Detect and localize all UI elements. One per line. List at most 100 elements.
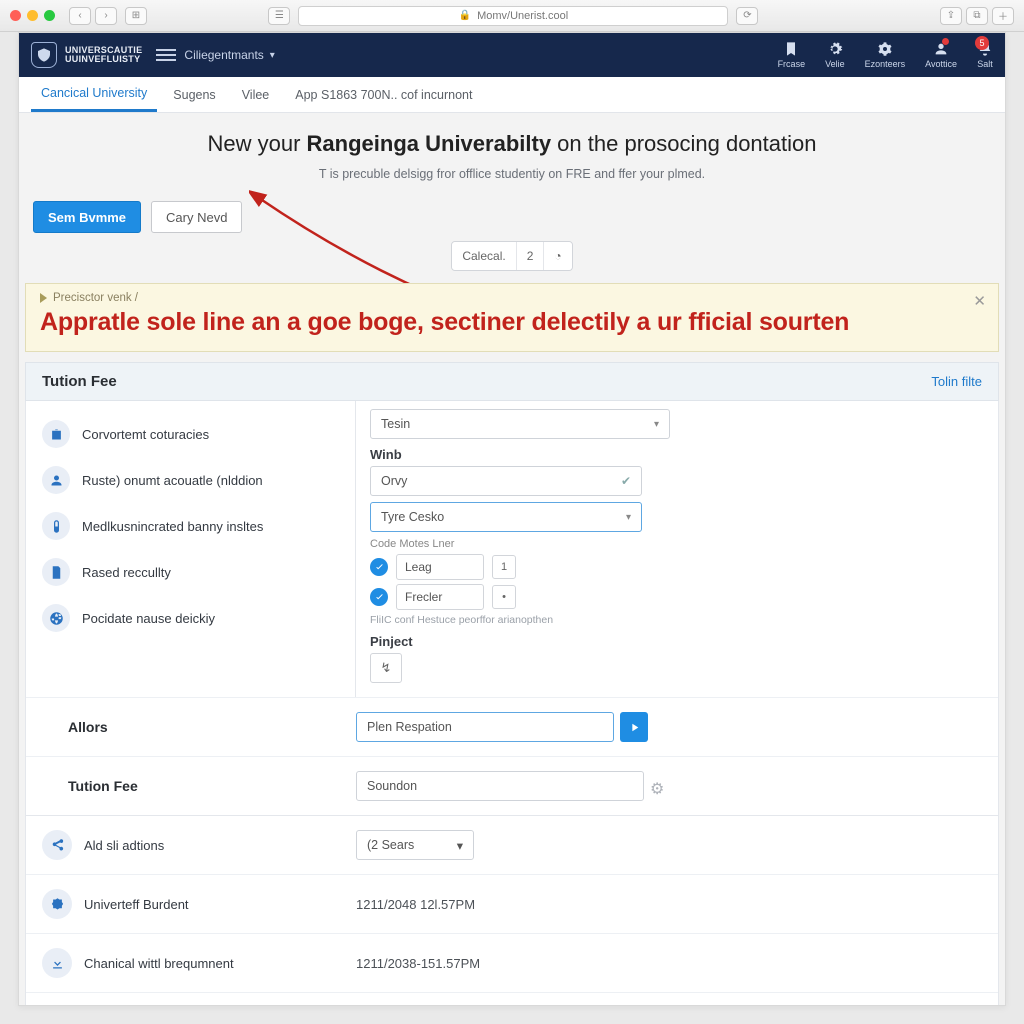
bell-nav-item[interactable]: Salt5 <box>977 41 993 69</box>
person-nav-item[interactable]: Avottice <box>925 41 957 69</box>
tab-sugens[interactable]: Sugens <box>163 77 225 112</box>
nav-back-forward: ‹ › <box>69 7 117 25</box>
reload-icon[interactable]: ⟳ <box>736 7 758 25</box>
reader-icon[interactable]: ☰ <box>268 7 290 25</box>
forward-button[interactable]: › <box>95 7 117 25</box>
hamburger-icon[interactable] <box>156 45 176 65</box>
briefcase-icon <box>42 420 70 448</box>
settings-mini-icon[interactable]: ⚙ <box>650 779 664 793</box>
row-value: 1211/2048 12l.57PM <box>356 897 475 912</box>
share-icon[interactable]: ⇪ <box>940 7 962 25</box>
sidebar-toggle-icon[interactable]: ⊞ <box>125 7 147 25</box>
page-frame: UNIVERSCAUTIE UUINVEFLUISTY Ciliegentman… <box>18 32 1006 1006</box>
hero: New your Rangeinga Univerabilty on the p… <box>19 113 1005 191</box>
panel-header: Tution Fee Tolin filte <box>25 362 999 401</box>
person-icon <box>42 466 70 494</box>
info-row-download: Chanical wittl brequmnent1211/2038-151.5… <box>26 933 998 992</box>
checkbox-leag[interactable] <box>370 558 388 576</box>
calecal-control: Calecal. 2 ◔ <box>19 241 1005 271</box>
info-row-target: Designted D'opertation Instument1211l204… <box>26 992 998 1006</box>
check-icon: ✔ <box>621 474 631 488</box>
settings-nav-item[interactable]: Ezonteers <box>865 41 906 69</box>
sub-nav: Cancical UniversitySugensVileeApp S1863 … <box>19 77 1005 113</box>
form-area: Tesin▾ Winb Orvy ✔ Tyre Cesko▾ Code Mote… <box>356 401 998 697</box>
allors-input[interactable]: Plen Respation <box>356 712 614 742</box>
panel-filter-link[interactable]: Tolin filte <box>931 374 982 389</box>
tuition-input[interactable]: Soundon <box>356 771 644 801</box>
left-item-pill[interactable]: Medlkusnincrated banny insltes <box>32 503 349 549</box>
alert-close-icon[interactable]: ✕ <box>973 292 986 310</box>
frecler-badge: • <box>492 585 516 609</box>
bookmark-nav-item[interactable]: Frcase <box>778 41 806 69</box>
allors-go-button[interactable] <box>620 712 648 742</box>
allors-label: Allors <box>42 719 342 735</box>
code-label: Code Motes Lner <box>370 538 984 550</box>
info-row-badge: Univerteff Burdent1211/2048 12l.57PM <box>26 874 998 933</box>
university-crest-icon <box>31 42 57 68</box>
pill-icon <box>42 512 70 540</box>
bottom-section: Ald sli adtions(2 Sears▾Univerteff Burde… <box>26 815 998 1006</box>
winb-label: Winb <box>370 447 984 462</box>
row-value: 1211/2038-151.57PM <box>356 956 480 971</box>
browser-chrome: ‹ › ⊞ ☰ 🔒 Momv/Unerist.cool ⟳ ⇪ ⧉ ＋ <box>0 0 1024 32</box>
primary-submit-button[interactable]: Sem Bvmme <box>33 201 141 233</box>
alert-headline: Appratle sole line an a goe boge, sectin… <box>40 308 984 337</box>
pinject-box[interactable]: ↯ <box>370 653 402 683</box>
tab-cancical-university[interactable]: Cancical University <box>31 77 157 112</box>
frecler-input[interactable]: Frecler <box>396 584 484 610</box>
left-item-globe[interactable]: Pocidate nause deickiy <box>32 595 349 641</box>
panel-title: Tution Fee <box>42 373 117 390</box>
page-subtitle: T is precuble delsigg fror offlice stude… <box>19 167 1005 181</box>
tab-vilee[interactable]: Vilee <box>232 77 280 112</box>
tab-app-s1863-700n-cof-i[interactable]: App S1863 700N.. cof incurnont <box>285 77 482 112</box>
notification-badge: 5 <box>975 36 989 50</box>
left-item-briefcase[interactable]: Corvortemt coturacies <box>32 411 349 457</box>
calecal-label[interactable]: Calecal. <box>452 242 515 270</box>
action-row: Sem Bvmme Cary Nevd <box>19 191 1005 243</box>
info-row-share: Ald sli adtions(2 Sears▾ <box>26 816 998 874</box>
checkbox-frecler[interactable] <box>370 588 388 606</box>
lock-icon: 🔒 <box>459 10 471 21</box>
left-nav-list: Corvortemt coturaciesRuste) onumt acouat… <box>26 401 356 697</box>
gear-nav-item[interactable]: Velie <box>825 41 845 69</box>
download-icon <box>42 948 72 978</box>
back-button[interactable]: ‹ <box>69 7 91 25</box>
alert-banner: Precisctor venk / Appratle sole line an … <box>25 283 999 352</box>
left-item-person[interactable]: Ruste) onumt acouatle (nlddion <box>32 457 349 503</box>
banner-dropdown[interactable]: Ciliegentmants▾ <box>184 48 274 62</box>
form-hint: FliIC conf Hestuce peorffor arianopthen <box>370 614 984 626</box>
team-select[interactable]: Tesin▾ <box>370 409 670 439</box>
tuition-panel: Tution Fee Tolin filte Corvortemt cotura… <box>25 362 999 1006</box>
calecal-info-icon[interactable]: ◔ <box>543 242 571 270</box>
orvy-input[interactable]: Orvy ✔ <box>370 466 642 496</box>
settings-icon <box>877 41 893 57</box>
globe-icon <box>42 604 70 632</box>
left-item-document[interactable]: Rased reccullty <box>32 549 349 595</box>
type-select[interactable]: Tyre Cesko▾ <box>370 502 642 532</box>
document-icon <box>42 558 70 586</box>
triangle-right-icon <box>40 293 47 303</box>
duration-select[interactable]: (2 Sears▾ <box>356 830 474 860</box>
page-title: New your Rangeinga Univerabilty on the p… <box>19 131 1005 157</box>
secondary-button[interactable]: Cary Nevd <box>151 201 242 233</box>
maximize-window-icon[interactable] <box>44 10 55 21</box>
minimize-window-icon[interactable] <box>27 10 38 21</box>
gear-icon <box>827 41 843 57</box>
leag-input[interactable]: Leag <box>396 554 484 580</box>
alert-crumb: Precisctor venk / <box>40 292 984 304</box>
notification-dot <box>942 38 949 45</box>
chevron-down-icon: ▾ <box>270 50 275 61</box>
chevron-down-icon: ▾ <box>626 512 631 523</box>
window-traffic-lights <box>10 10 55 21</box>
tuition-label: Tution Fee <box>42 778 342 794</box>
tabs-icon[interactable]: ⧉ <box>966 7 988 25</box>
bookmark-icon <box>783 41 799 57</box>
pinject-label: Pinject <box>370 634 984 649</box>
brand-text: UNIVERSCAUTIE UUINVEFLUISTY <box>65 46 142 64</box>
calecal-count[interactable]: 2 <box>516 242 544 270</box>
close-window-icon[interactable] <box>10 10 21 21</box>
share-icon <box>42 830 72 860</box>
top-banner: UNIVERSCAUTIE UUINVEFLUISTY Ciliegentman… <box>19 33 1005 77</box>
new-tab-icon[interactable]: ＋ <box>992 7 1014 25</box>
address-bar[interactable]: 🔒 Momv/Unerist.cool <box>298 6 728 26</box>
